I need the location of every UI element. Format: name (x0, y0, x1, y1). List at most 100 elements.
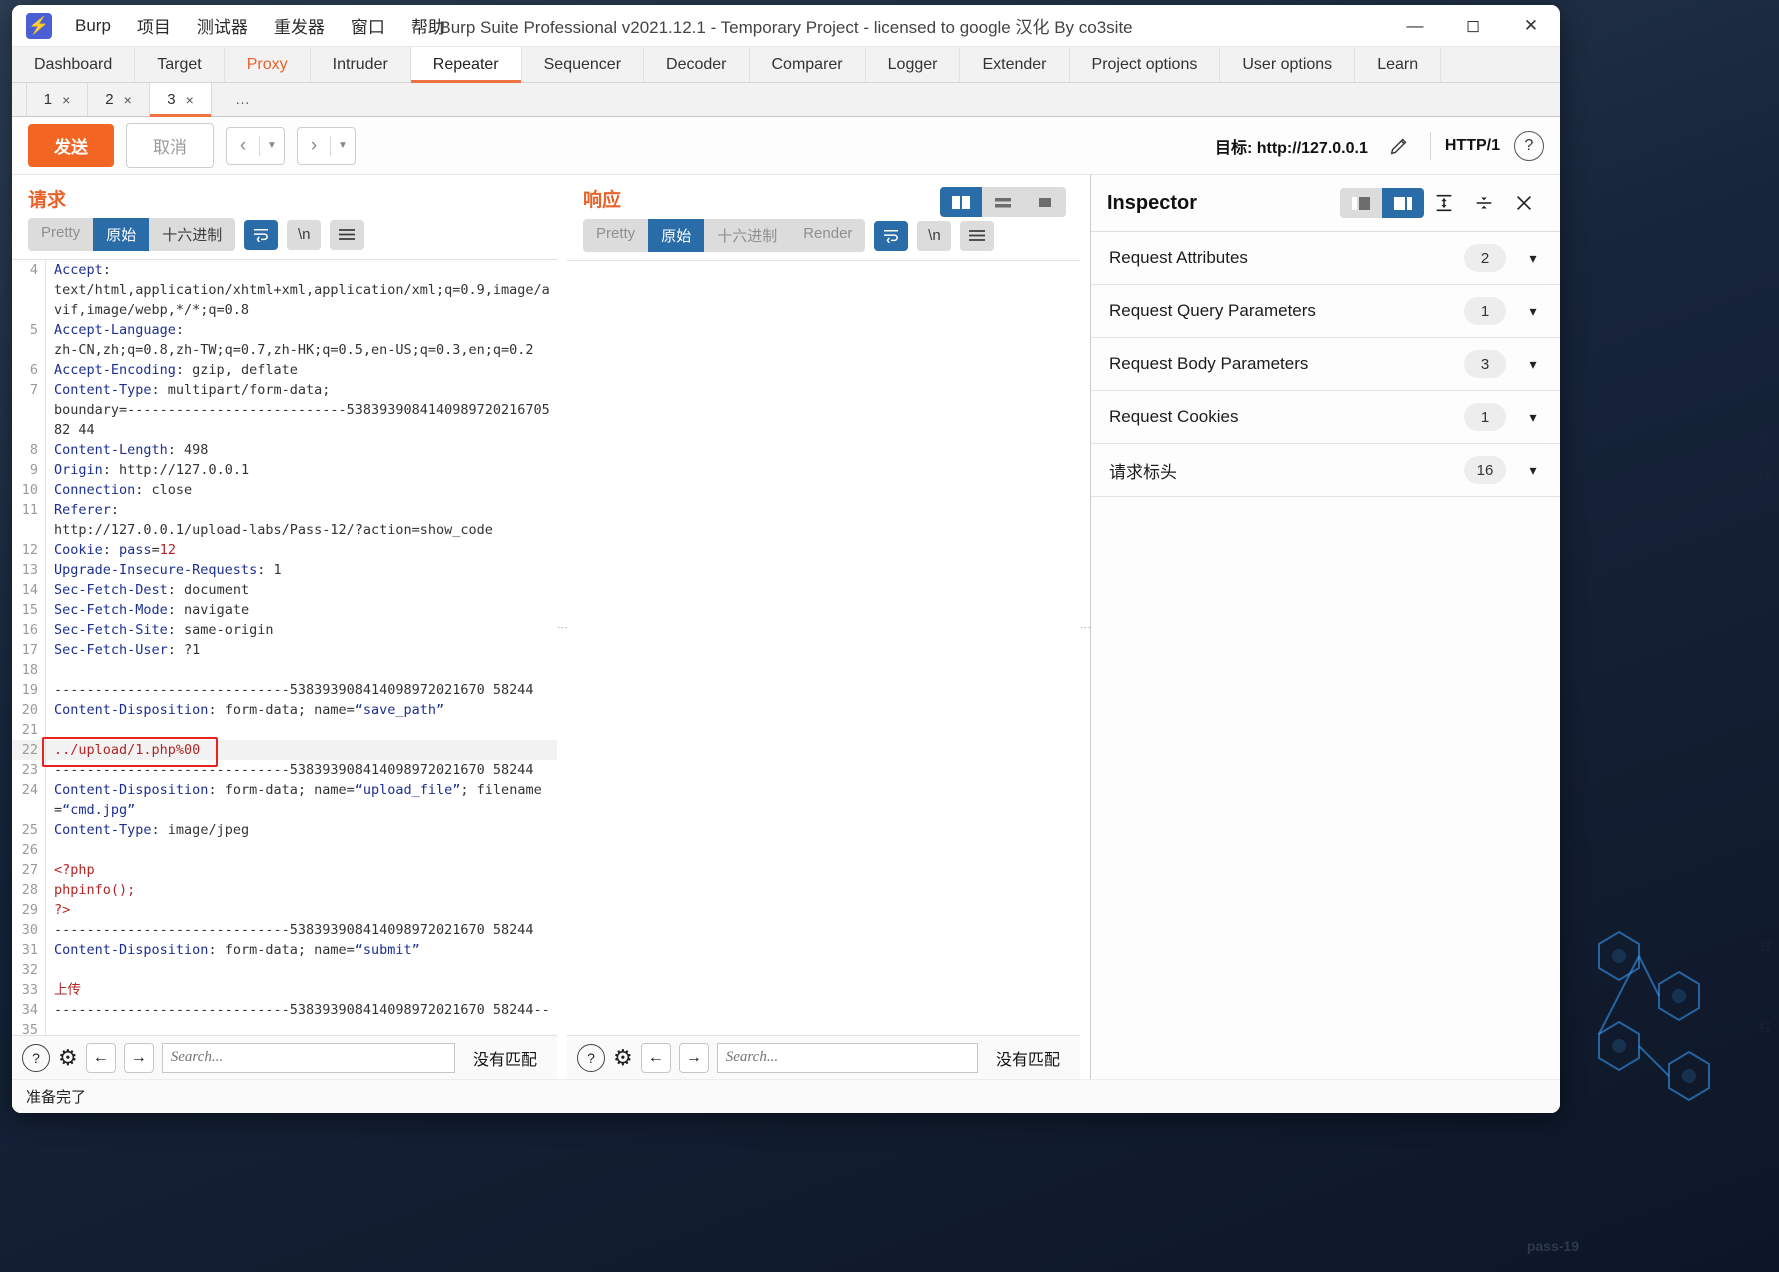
request-code-line[interactable]: 32 (12, 960, 557, 980)
menu-item-intruder[interactable]: 测试器 (184, 10, 261, 41)
request-code-content[interactable]: 4 Accept: text/html,application/xhtml+xml,… (12, 260, 557, 1035)
line-text[interactable]: Connection: close (46, 480, 557, 500)
line-text[interactable]: Sec-Fetch-Dest: document (46, 580, 557, 600)
request-code-line[interactable]: 8 Content-Length: 498 (12, 440, 557, 460)
repeater-tab-2[interactable]: 2 × (88, 83, 150, 116)
request-code-line[interactable]: 7 Content-Type: multipart/form-data; (12, 380, 557, 400)
response-inspector-splitter[interactable]: ⋮ (1079, 175, 1091, 1079)
chevron-down-icon[interactable]: ▾ (1524, 462, 1542, 479)
tab-repeater[interactable]: Repeater (410, 47, 522, 83)
split-vertical-icon[interactable] (940, 187, 982, 217)
request-view-raw[interactable]: 原始 (93, 218, 150, 251)
request-search-help-icon[interactable]: ? (22, 1043, 50, 1072)
request-code-line[interactable]: text/html,application/xhtml+xml,applicat… (12, 280, 557, 320)
request-search-prev-icon[interactable]: ← (85, 1042, 116, 1073)
request-view-pretty[interactable]: Pretty (28, 218, 93, 251)
split-horizontal-icon[interactable] (982, 187, 1024, 217)
chevron-right-icon[interactable]: › (298, 128, 330, 164)
request-code-line[interactable]: 26 (12, 840, 557, 860)
line-text[interactable]: Sec-Fetch-Site: same-origin (46, 620, 557, 640)
panel-left-icon[interactable] (1340, 188, 1382, 218)
request-code-line[interactable]: 30 -----------------------------538393908… (12, 920, 557, 940)
line-text[interactable]: ../upload/1.php%00 (46, 740, 557, 760)
response-view-raw[interactable]: 原始 (648, 219, 705, 252)
maximize-icon[interactable]: ◻ (1444, 5, 1502, 46)
line-text[interactable]: Accept-Language: (46, 320, 557, 340)
request-code-line[interactable]: 21 (12, 720, 557, 740)
line-text[interactable]: zh-CN,zh;q=0.8,zh-TW;q=0.7,zh-HK;q=0.5,e… (46, 340, 557, 360)
repeater-tab-2-close-icon[interactable]: × (124, 92, 132, 108)
response-view-pretty[interactable]: Pretty (583, 219, 648, 252)
tab-target[interactable]: Target (135, 47, 225, 82)
send-button[interactable]: 发送 (28, 124, 114, 167)
line-text[interactable]: Sec-Fetch-User: ?1 (46, 640, 557, 660)
repeater-tab-1-close-icon[interactable]: × (62, 92, 70, 108)
line-text[interactable]: text/html,application/xhtml+xml,applicat… (46, 280, 557, 320)
question-mark-icon[interactable]: ? (1514, 130, 1544, 161)
request-code-line[interactable]: 31 Content-Disposition: form-data; name=“… (12, 940, 557, 960)
request-search-input[interactable] (161, 1042, 455, 1073)
forward-caret-down-icon[interactable]: ▼ (331, 128, 355, 164)
response-search-help-icon[interactable]: ? (577, 1043, 605, 1072)
request-code-line[interactable]: 11 Referer: (12, 500, 557, 520)
response-view-hex[interactable]: 十六进制 (704, 219, 790, 252)
tab-intruder[interactable]: Intruder (311, 47, 411, 82)
menu-item-project[interactable]: 项目 (124, 10, 184, 41)
minimize-icon[interactable]: — (1386, 5, 1444, 46)
line-text[interactable]: http://127.0.0.1/upload-labs/Pass-12/?ac… (46, 520, 557, 540)
request-code-line[interactable]: 13 Upgrade-Insecure-Requests: 1 (12, 560, 557, 580)
single-pane-icon[interactable] (1024, 187, 1066, 217)
request-code-line[interactable]: 20 Content-Disposition: form-data; name=“… (12, 700, 557, 720)
line-text[interactable]: -----------------------------53839390841… (46, 1000, 557, 1020)
request-code-line[interactable]: 4 Accept: (12, 260, 557, 280)
response-hamburger-icon[interactable] (960, 220, 995, 251)
response-search-gear-icon[interactable]: ⚙ (613, 1046, 633, 1069)
line-text[interactable]: phpinfo(); (46, 880, 557, 900)
line-text[interactable] (46, 660, 557, 680)
chevron-down-icon[interactable]: ▾ (1524, 356, 1542, 373)
response-word-wrap-icon[interactable] (874, 220, 909, 251)
request-code-line[interactable]: 18 (12, 660, 557, 680)
line-text[interactable]: Content-Length: 498 (46, 440, 557, 460)
inspector-row-request-attributes[interactable]: Request Attributes 2 ▾ (1091, 232, 1560, 285)
tab-dashboard[interactable]: Dashboard (12, 47, 136, 82)
line-text[interactable]: 上传 (46, 980, 557, 1000)
expand-all-icon[interactable] (1424, 187, 1464, 219)
request-code-line[interactable]: 29 ?> (12, 900, 557, 920)
repeater-tab-1[interactable]: 1 × (26, 83, 88, 116)
line-text[interactable]: Accept: (46, 260, 557, 280)
request-code-line[interactable]: boundary=---------------------------5383… (12, 400, 557, 440)
request-code-line[interactable]: zh-CN,zh;q=0.8,zh-TW;q=0.7,zh-HK;q=0.5,e… (12, 340, 557, 360)
response-search-prev-icon[interactable]: ← (640, 1042, 671, 1073)
tab-proxy[interactable]: Proxy (225, 47, 311, 82)
response-editor[interactable] (567, 260, 1080, 1035)
inspector-close-icon[interactable] (1504, 187, 1544, 219)
line-text[interactable]: Upgrade-Insecure-Requests: 1 (46, 560, 557, 580)
chevron-down-icon[interactable]: ▾ (1524, 409, 1542, 426)
back-nav-group[interactable]: ‹ ▼ (226, 126, 285, 165)
response-view-render[interactable]: Render (790, 219, 865, 252)
tab-comparer[interactable]: Comparer (750, 47, 866, 82)
close-icon[interactable]: ✕ (1502, 5, 1560, 46)
line-text[interactable]: <?php (46, 860, 557, 880)
repeater-tab-3[interactable]: 3 × (150, 83, 212, 117)
request-code-line[interactable]: 15 Sec-Fetch-Mode: navigate (12, 600, 557, 620)
inspector-row-request-body-parameters[interactable]: Request Body Parameters 3 ▾ (1091, 338, 1560, 391)
request-code-line[interactable]: 5 Accept-Language: (12, 320, 557, 340)
repeater-tab-overflow[interactable]: … (212, 83, 274, 116)
request-code-line[interactable]: 33 上传 (12, 980, 557, 1000)
request-code-line[interactable]: 6 Accept-Encoding: gzip, deflate (12, 360, 557, 380)
word-wrap-icon[interactable] (244, 219, 279, 250)
request-response-splitter[interactable]: ⋮ (556, 175, 568, 1079)
line-text[interactable]: boundary=---------------------------5383… (46, 400, 557, 440)
tab-project-options[interactable]: Project options (1070, 47, 1221, 82)
request-code-line[interactable]: 35 (12, 1020, 557, 1035)
inspector-row-request-query-parameters[interactable]: Request Query Parameters 1 ▾ (1091, 285, 1560, 338)
request-code-line[interactable]: 9 Origin: http://127.0.0.1 (12, 460, 557, 480)
hamburger-icon[interactable] (330, 219, 365, 250)
request-code-line[interactable]: 23 -----------------------------538393908… (12, 760, 557, 780)
line-text[interactable]: Cookie: pass=12 (46, 540, 557, 560)
request-code-line[interactable]: 28 phpinfo(); (12, 880, 557, 900)
chevron-left-icon[interactable]: ‹ (227, 128, 259, 164)
menu-item-help[interactable]: 帮助 (398, 10, 458, 41)
